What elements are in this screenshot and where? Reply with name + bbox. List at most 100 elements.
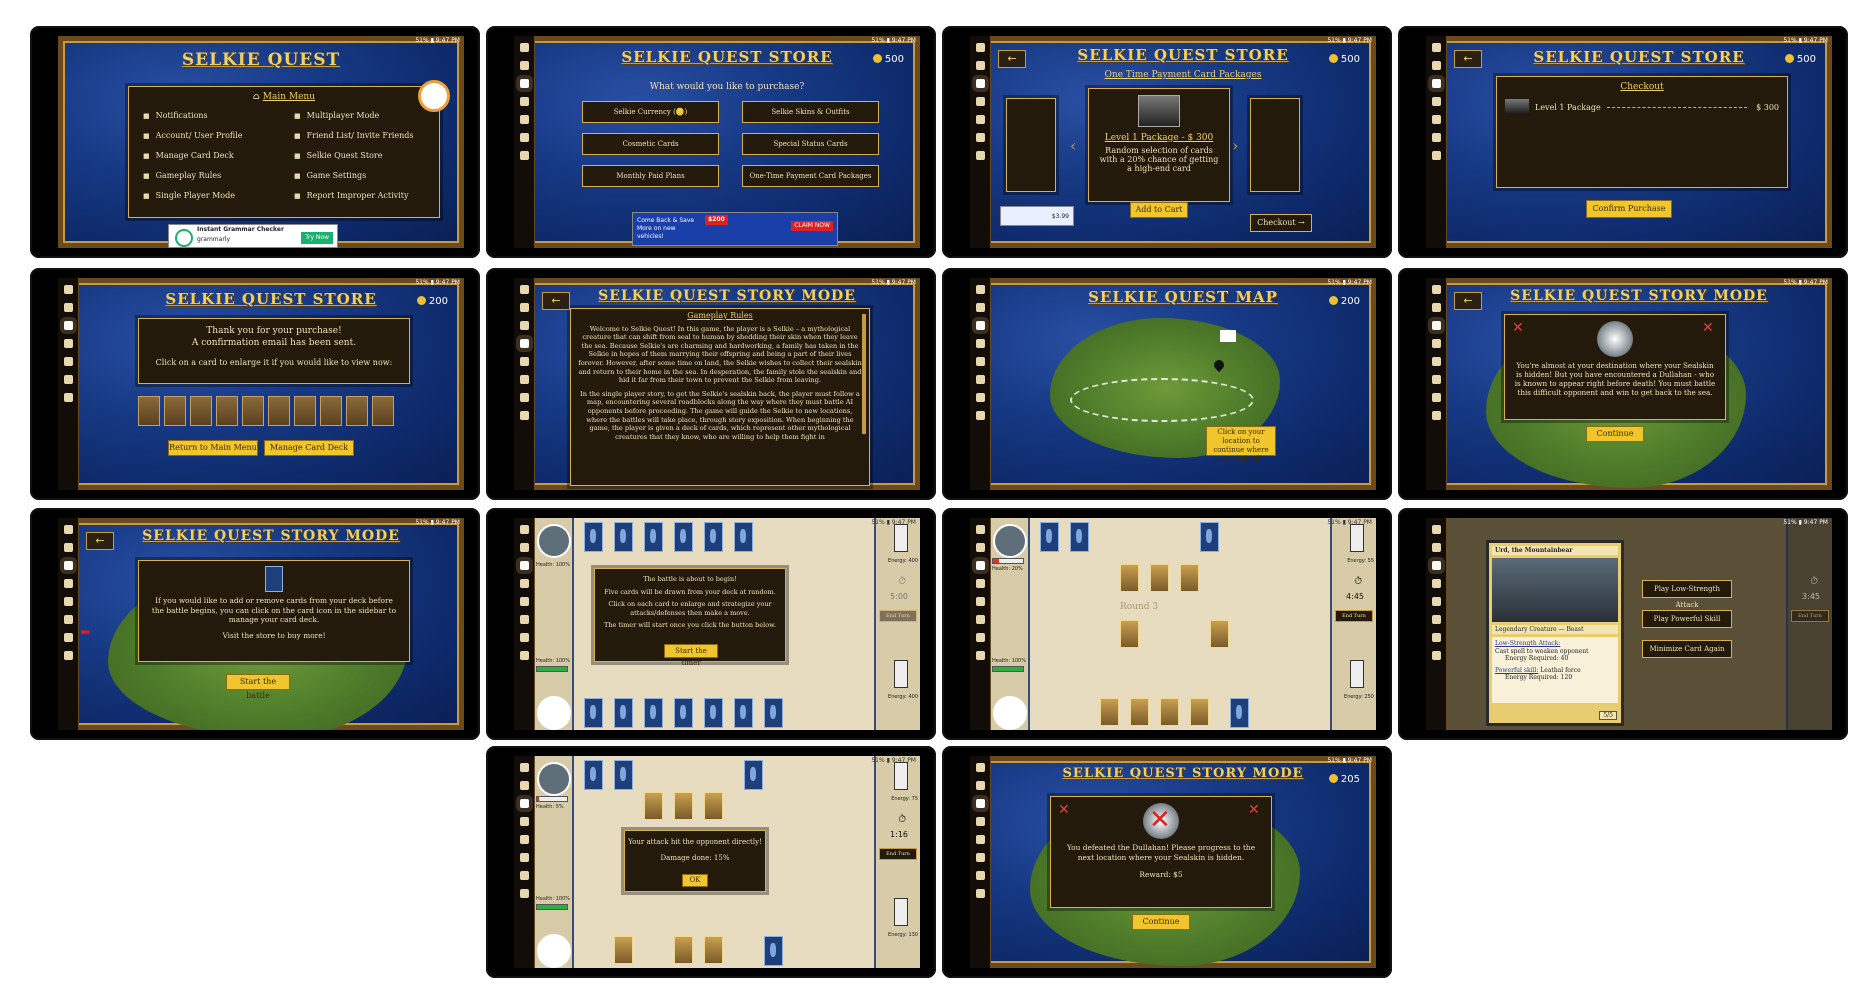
player-card[interactable] xyxy=(614,936,633,964)
profile-icon[interactable] xyxy=(519,799,529,808)
player-card[interactable] xyxy=(764,936,783,966)
ad-banner[interactable]: $3.99 xyxy=(1000,206,1074,226)
menu-single-player[interactable]: Single Player Mode xyxy=(143,191,235,200)
return-main-menu-button[interactable]: Return to Main Menu xyxy=(168,440,258,456)
ad-banner[interactable]: Instant Grammar Checker grammarly Try Now xyxy=(168,224,338,248)
mute-icon[interactable] xyxy=(519,871,529,880)
search-icon[interactable] xyxy=(418,80,450,112)
chat-icon[interactable] xyxy=(1431,115,1441,124)
player-card[interactable] xyxy=(734,698,753,728)
rules-icon[interactable] xyxy=(519,817,529,826)
ad-button[interactable]: CLAIM NOW xyxy=(791,221,833,231)
save-icon[interactable] xyxy=(63,393,73,402)
player-field-card[interactable] xyxy=(1210,620,1229,648)
start-battle-button[interactable]: Start the battle xyxy=(226,674,290,700)
deck-icon[interactable] xyxy=(1431,597,1441,606)
rules-icon[interactable] xyxy=(975,339,985,348)
deck-icon[interactable] xyxy=(519,97,529,106)
bell-icon[interactable] xyxy=(1431,543,1441,552)
deck-icon[interactable] xyxy=(975,597,985,606)
card-thumb[interactable] xyxy=(138,396,160,426)
mute-icon[interactable] xyxy=(63,633,73,642)
play-powerful-skill-button[interactable]: Play Powerful Skill xyxy=(1642,610,1732,628)
player-card[interactable] xyxy=(704,698,723,728)
card-thumb[interactable] xyxy=(164,396,186,426)
menu-notifications[interactable]: Notifications xyxy=(143,111,208,120)
deck-icon[interactable] xyxy=(975,97,985,106)
chevron-right-icon[interactable]: › xyxy=(1232,136,1238,155)
rules-icon[interactable] xyxy=(1431,339,1441,348)
end-turn-button[interactable]: End Turn xyxy=(1791,610,1829,622)
chat-icon[interactable] xyxy=(519,615,529,624)
rules-icon[interactable] xyxy=(975,817,985,826)
menu-store[interactable]: Selkie Quest Store xyxy=(294,151,383,160)
rules-icon[interactable] xyxy=(519,579,529,588)
save-icon[interactable] xyxy=(975,411,985,420)
menu-multiplayer[interactable]: Multiplayer Mode xyxy=(294,111,380,120)
chat-icon[interactable] xyxy=(1431,375,1441,384)
player-card[interactable] xyxy=(674,698,693,728)
package-card[interactable]: Level 1 Package - $ 300 Random selection… xyxy=(1088,88,1230,202)
menu-gameplay-rules[interactable]: Gameplay Rules xyxy=(143,171,222,180)
bell-icon[interactable] xyxy=(1431,303,1441,312)
checkout-button[interactable]: Checkout → xyxy=(1250,214,1312,232)
player-card[interactable] xyxy=(674,936,693,964)
save-icon[interactable] xyxy=(1431,151,1441,160)
player-card[interactable] xyxy=(1130,698,1149,726)
chat-icon[interactable] xyxy=(975,375,985,384)
rules-icon[interactable] xyxy=(519,339,529,348)
player-card[interactable] xyxy=(1230,698,1249,728)
card-thumb[interactable] xyxy=(372,396,394,426)
bell-icon[interactable] xyxy=(975,781,985,790)
player-card[interactable] xyxy=(614,698,633,728)
option-card-packages[interactable]: One-Time Payment Card Packages xyxy=(742,165,879,187)
rules-icon[interactable] xyxy=(975,579,985,588)
card-thumb[interactable] xyxy=(320,396,342,426)
mute-icon[interactable] xyxy=(519,633,529,642)
scrollbar[interactable] xyxy=(862,314,866,434)
mute-icon[interactable] xyxy=(975,133,985,142)
save-icon[interactable] xyxy=(519,151,529,160)
deck-icon[interactable] xyxy=(975,835,985,844)
package-next[interactable] xyxy=(1250,98,1300,192)
mute-icon[interactable] xyxy=(519,133,529,142)
end-turn-button[interactable]: End Turn xyxy=(1335,610,1373,622)
minimize-card-button[interactable]: Minimize Card Again xyxy=(1642,640,1732,658)
home-icon[interactable] xyxy=(975,525,985,534)
bell-icon[interactable] xyxy=(519,781,529,790)
deck-icon[interactable] xyxy=(63,339,73,348)
card-thumb[interactable] xyxy=(190,396,212,426)
home-icon[interactable] xyxy=(63,525,73,534)
home-icon[interactable] xyxy=(519,43,529,52)
option-skins[interactable]: Selkie Skins & Outfits xyxy=(742,101,879,123)
play-low-strength-button[interactable]: Play Low-Strength Attack xyxy=(1642,580,1732,609)
chat-icon[interactable] xyxy=(519,375,529,384)
bell-icon[interactable] xyxy=(975,543,985,552)
rules-icon[interactable] xyxy=(1431,579,1441,588)
profile-icon[interactable] xyxy=(1431,321,1441,330)
ok-button[interactable]: OK xyxy=(682,874,708,887)
continue-button[interactable]: Continue xyxy=(1586,426,1644,442)
store-icon[interactable] xyxy=(519,79,529,88)
chat-icon[interactable] xyxy=(519,853,529,862)
chevron-left-icon[interactable]: ‹ xyxy=(1070,136,1076,155)
rules-panel[interactable]: Gameplay Rules Welcome to Selkie Quest! … xyxy=(570,308,870,486)
confirm-purchase-button[interactable]: Confirm Purchase xyxy=(1586,200,1672,218)
bell-icon[interactable] xyxy=(519,543,529,552)
save-icon[interactable] xyxy=(975,151,985,160)
mute-icon[interactable] xyxy=(63,375,73,384)
player-field-card[interactable] xyxy=(1120,620,1139,648)
bell-icon[interactable] xyxy=(519,303,529,312)
opponent-field-card[interactable] xyxy=(704,792,723,820)
home-icon[interactable] xyxy=(519,525,529,534)
enlarged-card[interactable]: Urd, the Mountainbear Legendary Creature… xyxy=(1486,540,1624,726)
mute-icon[interactable] xyxy=(975,393,985,402)
add-to-cart-button[interactable]: Add to Cart xyxy=(1130,202,1188,218)
home-icon[interactable] xyxy=(975,285,985,294)
home-icon[interactable] xyxy=(1431,43,1441,52)
mute-icon[interactable] xyxy=(1431,133,1441,142)
chat-icon[interactable] xyxy=(519,115,529,124)
mute-icon[interactable] xyxy=(1431,633,1441,642)
home-icon[interactable] xyxy=(1431,285,1441,294)
bell-icon[interactable] xyxy=(975,303,985,312)
